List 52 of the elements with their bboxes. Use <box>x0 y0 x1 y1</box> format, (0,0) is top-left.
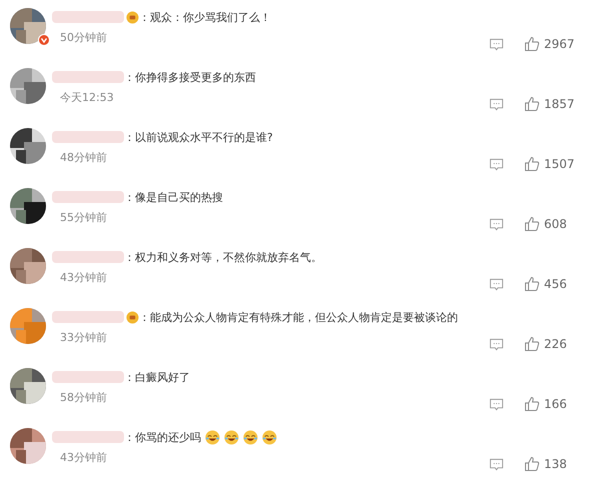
laughing-emoji-icon <box>205 430 220 444</box>
comment-text: ：白癜风好了 <box>124 370 190 384</box>
comment-icon[interactable] <box>489 216 504 232</box>
comment-text: ：观众：你少骂我们了么！ <box>139 10 271 24</box>
comment-time: 48分钟前 <box>60 150 108 165</box>
like-button[interactable]: 1857 <box>524 96 584 112</box>
laughing-emoji-icon <box>262 430 277 444</box>
comment-time: 43分钟前 <box>60 270 108 285</box>
thumbs-up-icon <box>524 276 540 292</box>
comment-icon[interactable] <box>489 96 504 112</box>
thumbs-up-icon <box>524 456 540 472</box>
comment-time: 58分钟前 <box>60 390 108 405</box>
thumbs-up-icon <box>524 36 540 52</box>
blurred-username <box>52 131 124 143</box>
like-button[interactable]: 608 <box>524 216 584 232</box>
comment-text: ：你骂的还少吗 <box>124 430 201 444</box>
comment-time: 55分钟前 <box>60 210 108 225</box>
blurred-username <box>52 71 124 83</box>
comment-text: ：权力和义务对等，不然你就放弃名气。 <box>124 250 322 264</box>
like-button[interactable]: 1507 <box>524 156 584 172</box>
thumbs-up-icon <box>524 336 540 352</box>
blurred-username <box>52 251 124 263</box>
thumbs-up-icon <box>524 156 540 172</box>
blurred-username <box>52 311 124 323</box>
thumbs-up-icon <box>524 396 540 412</box>
comment-icon[interactable] <box>489 336 504 352</box>
like-button[interactable]: 456 <box>524 276 584 292</box>
like-button[interactable]: 226 <box>524 336 584 352</box>
comment-text: ：能成为公众人物肯定有特殊才能，但公众人物肯定是要被谈论的 <box>139 310 458 324</box>
comment-time: 33分钟前 <box>60 330 108 345</box>
laughing-emoji-icon <box>243 430 258 444</box>
laughing-emoji-icon <box>224 430 239 444</box>
comment-time: 50分钟前 <box>60 30 108 45</box>
blurred-username <box>52 431 124 443</box>
comment-icon[interactable] <box>489 276 504 292</box>
comment-text: ：你挣得多接受更多的东西 <box>124 70 256 84</box>
blurred-username <box>52 191 124 203</box>
comment-text: ：像是自己买的热搜 <box>124 190 223 204</box>
comment-icon[interactable] <box>489 156 504 172</box>
like-button[interactable]: 166 <box>524 396 584 412</box>
comment-time: 今天12:53 <box>60 90 115 105</box>
comment-icon[interactable] <box>489 456 504 472</box>
thumbs-up-icon <box>524 216 540 232</box>
thumbs-up-icon <box>524 96 540 112</box>
like-button[interactable]: 138 <box>524 456 584 472</box>
comment-time: 43分钟前 <box>60 450 108 465</box>
comment-text: ：以前说观众水平不行的是谁? <box>124 130 273 144</box>
blurred-username <box>52 11 124 23</box>
blurred-username <box>52 371 124 383</box>
comment-icon[interactable] <box>489 36 504 52</box>
like-button[interactable]: 2967 <box>524 36 584 52</box>
comment-icon[interactable] <box>489 396 504 412</box>
